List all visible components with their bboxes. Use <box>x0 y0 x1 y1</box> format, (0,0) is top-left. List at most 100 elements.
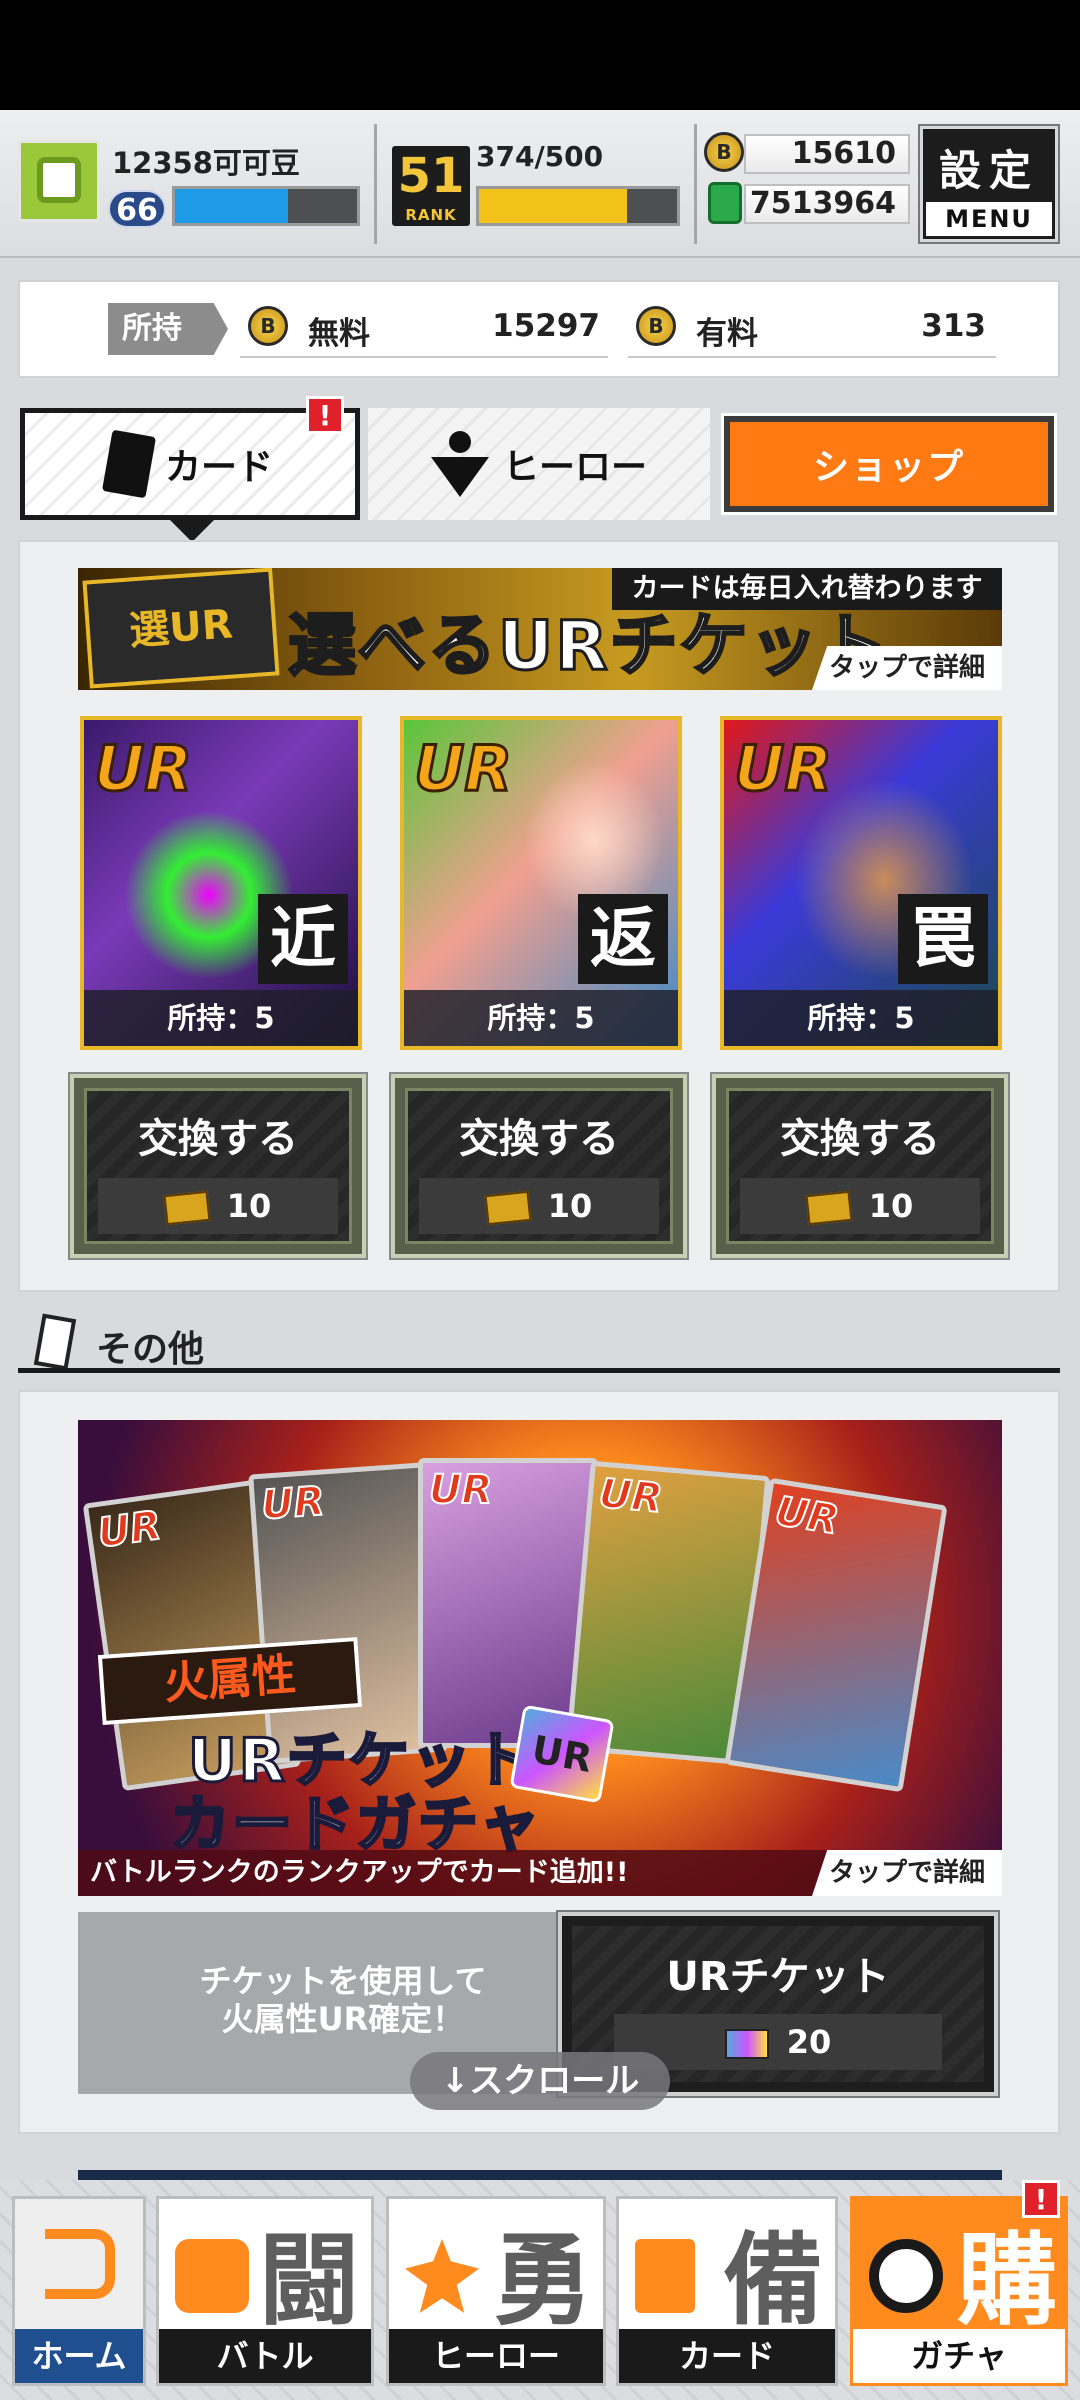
card-icon <box>33 1313 77 1371</box>
banner-notice: カードは毎日入れ替わります <box>612 568 1002 610</box>
nav-card-kanji: 備 <box>723 2222 823 2339</box>
card-stack-icon <box>635 2239 695 2313</box>
section-divider <box>18 1368 1060 1373</box>
nav-gacha[interactable]: 購 ガチャ <box>850 2196 1068 2386</box>
exchange-label: 交換する <box>138 1116 298 1162</box>
coin-icon: B <box>248 306 288 346</box>
nav-card-label: カード <box>619 2329 835 2383</box>
rarity-label: UR <box>412 731 513 807</box>
coin-amount: 15610 <box>744 134 910 174</box>
stamina-text: 374/500 <box>476 140 604 173</box>
coin-icon: B <box>704 132 744 172</box>
ur-ticket-icon <box>724 2029 769 2059</box>
menu-button[interactable]: 設定 MENU <box>918 124 1060 244</box>
coin-icon: B <box>636 306 676 346</box>
tab-hero[interactable]: ヒーロー <box>368 408 710 520</box>
section-header: その他 <box>18 1312 1060 1373</box>
hero-icon <box>430 431 489 497</box>
exp-bar-fill <box>175 189 288 223</box>
card-item[interactable]: UR 返 所持：5 <box>400 716 682 1050</box>
ticket-icon <box>163 1190 211 1226</box>
owned-count: 所持：5 <box>404 990 678 1046</box>
nav-battle-label: バトル <box>159 2329 371 2383</box>
home-icon <box>45 2229 115 2299</box>
exchange-cost: 10 <box>740 1178 980 1234</box>
hud-divider <box>374 124 377 244</box>
rarity-label: UR <box>92 731 193 807</box>
ur-ticket-gacha-banner[interactable]: UR UR UR UR UR 火属性 URチケット カードガチャ UR バトルラ… <box>78 1420 1002 1896</box>
player-hud: 12358可可豆 66 51 RANK 374/500 B 15610 7513… <box>0 110 1080 258</box>
paid-label: 有料 <box>696 316 758 352</box>
nav-hero[interactable]: 勇 ヒーロー <box>386 2196 606 2386</box>
exchange-cost: 10 <box>419 1178 659 1234</box>
gacha-info-line2: 火属性UR確定！ <box>221 2000 465 2038</box>
exchange-label: 交換する <box>459 1116 619 1162</box>
nav-card[interactable]: 備 カード <box>616 2196 838 2386</box>
nav-home[interactable]: ホーム <box>12 2196 146 2386</box>
nav-home-label: ホーム <box>15 2329 143 2383</box>
level-badge: 66 <box>108 190 166 228</box>
stamina-bar-fill <box>479 189 628 223</box>
cost-value: 10 <box>547 1187 593 1225</box>
cost-value: 20 <box>786 2023 832 2061</box>
card-item[interactable]: UR 罠 所持：5 <box>720 716 1002 1050</box>
section-title: その他 <box>96 1329 205 1370</box>
nav-hero-kanji: 勇 <box>493 2222 593 2339</box>
tab-card-label: カード <box>164 447 273 488</box>
exchange-button[interactable]: 交換する 10 <box>389 1072 689 1260</box>
owned-count: 所持：5 <box>724 990 998 1046</box>
nav-battle-kanji: 闘 <box>259 2222 359 2339</box>
tab-shop[interactable]: ショップ <box>721 413 1057 515</box>
exchange-button[interactable]: 交換する 10 <box>710 1072 1010 1260</box>
select-ur-ticket-banner[interactable]: 選UR 選べるURチケット カードは毎日入れ替わります タップで詳細 <box>78 568 1002 690</box>
divider <box>240 356 608 358</box>
stamina-bar <box>476 186 680 226</box>
rank-label: RANK <box>405 206 457 224</box>
card-type-kanji: 返 <box>578 894 668 984</box>
player-name: 12358可可豆 <box>112 146 300 180</box>
player-icon[interactable] <box>18 140 100 222</box>
paid-value: 313 <box>921 308 986 344</box>
alert-badge: ! <box>306 396 344 434</box>
tab-shop-label: ショップ <box>812 447 965 488</box>
card-icon <box>101 429 157 499</box>
gem-amount: 7513964 <box>744 184 910 224</box>
gacha-machine-icon <box>869 2239 943 2313</box>
exp-bar <box>172 186 360 226</box>
scroll-hint: ↓スクロール <box>410 2052 670 2110</box>
free-label: 無料 <box>308 316 370 352</box>
rarity-label: UR <box>732 731 833 807</box>
ticket-icon <box>484 1190 532 1226</box>
card-type-kanji: 近 <box>258 894 348 984</box>
gem-icon <box>708 182 742 224</box>
hero-icon <box>405 2239 479 2313</box>
menu-label: MENU <box>926 202 1052 236</box>
free-value: 15297 <box>492 308 600 344</box>
nav-battle[interactable]: 闘 バトル <box>156 2196 374 2386</box>
gacha-info-line1: チケットを使用して <box>199 1962 487 2000</box>
owned-count: 所持：5 <box>84 990 358 1046</box>
tab-hero-label: ヒーロー <box>502 447 647 488</box>
nav-gacha-kanji: 購 <box>957 2222 1057 2339</box>
tap-detail-label[interactable]: タップで詳細 <box>812 646 1002 690</box>
card-item[interactable]: UR 近 所持：5 <box>80 716 362 1050</box>
owned-tag: 所持 <box>108 303 228 355</box>
ur-ticket-button-label: URチケット <box>666 1954 890 2000</box>
ticket-icon <box>805 1190 853 1226</box>
status-bar <box>0 0 1080 110</box>
cost-value: 10 <box>226 1187 272 1225</box>
ur-ticket-icon: 選UR <box>82 568 280 689</box>
active-tab-pointer <box>170 520 214 542</box>
menu-kanji: 設定 <box>938 146 1039 195</box>
nav-hero-label: ヒーロー <box>389 2329 603 2383</box>
hud-divider <box>694 124 697 244</box>
exchange-label: 交換する <box>780 1116 940 1162</box>
rank-value: 51 <box>397 148 465 204</box>
gamepad-icon <box>175 2239 249 2313</box>
alert-badge: ! <box>1022 2180 1060 2218</box>
divider <box>628 356 996 358</box>
tap-detail-label[interactable]: タップで詳細 <box>812 1850 1002 1896</box>
rank-badge: 51 RANK <box>392 146 470 226</box>
ur-ticket-icon: UR <box>509 1704 615 1804</box>
exchange-button[interactable]: 交換する 10 <box>68 1072 368 1260</box>
